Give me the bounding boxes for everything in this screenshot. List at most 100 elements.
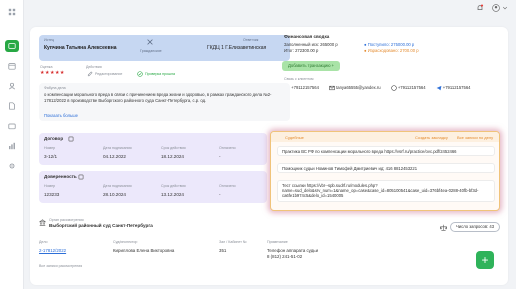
contacts-row: +79112157564 tanya65555@yandex.ru +79112… bbox=[284, 85, 471, 91]
court-judge: Кириллова Елена Викторовна bbox=[113, 248, 175, 253]
power-of-attorney-section: Доверенность Номер Дата подписания Срок … bbox=[39, 171, 267, 203]
users-icon bbox=[8, 82, 16, 90]
court-show-all[interactable]: Все записи рассмотрения bbox=[39, 264, 82, 268]
contract-col-valid: Срок действия bbox=[161, 146, 186, 150]
contract-signed: 04.12.2022 bbox=[103, 154, 126, 159]
menu-grid-icon[interactable] bbox=[8, 8, 16, 16]
court-building-icon bbox=[39, 219, 46, 226]
balance-scale-icon bbox=[440, 224, 447, 231]
contacts-title: Связь с клиентом bbox=[284, 77, 314, 81]
sidebar-item-clients[interactable] bbox=[5, 80, 19, 92]
description-text: о компенсации морального вреда в связи с… bbox=[44, 92, 272, 103]
court-col-note: Примечание bbox=[267, 240, 288, 244]
contact-phone-text: +79112157564 bbox=[291, 85, 319, 91]
all-records-link[interactable]: Все записи по делу bbox=[457, 135, 493, 140]
mail-icon bbox=[329, 85, 335, 91]
defendant-label: Ответчик bbox=[243, 38, 259, 42]
document-icon bbox=[9, 102, 15, 110]
calendar-icon bbox=[8, 63, 16, 70]
finance-total: Итог: 272300.00 р bbox=[284, 48, 319, 53]
rating-stars[interactable]: ★★★★★ bbox=[40, 70, 65, 76]
requests-count-button[interactable]: Число запросов: 43 bbox=[450, 222, 501, 232]
gear-icon bbox=[9, 163, 15, 169]
sidebar bbox=[0, 0, 24, 289]
power-col-valid: Срок действия bbox=[161, 184, 186, 188]
case-details-panel: Истец Купчина Татьяна Алексеевна Граждан… bbox=[30, 27, 508, 285]
court-room: 351 bbox=[219, 248, 227, 253]
finance-claimed: Заполненный иск: 265000 р bbox=[284, 42, 338, 47]
contract-col-paid: Оплачено bbox=[219, 146, 236, 150]
court-phone: 8 (812) 241-51-02 bbox=[267, 254, 303, 259]
power-valid: 13.12.2024 bbox=[161, 192, 184, 197]
contact-email[interactable]: tanya65555@yandex.ru bbox=[329, 85, 381, 91]
sidebar-item-documents[interactable] bbox=[5, 100, 19, 112]
contact-telegram[interactable]: +79112157564 bbox=[436, 85, 471, 91]
edit-icon[interactable] bbox=[68, 136, 74, 142]
case-description-card: Фабула дела о компенсации морального вре… bbox=[39, 83, 290, 121]
folder-icon bbox=[8, 43, 16, 49]
edit-icon[interactable] bbox=[78, 174, 84, 180]
contract-number: 3-12/1 bbox=[44, 154, 58, 159]
edit-icon[interactable] bbox=[87, 71, 93, 77]
bell-icon[interactable] bbox=[476, 4, 484, 12]
power-col-signed: Дата подписания bbox=[103, 184, 132, 188]
show-more-link[interactable]: Показать больше bbox=[44, 113, 78, 118]
scales-icon bbox=[147, 39, 153, 45]
bookmark-item[interactable]: Помощник судьи Номинов Тимофей Дмитриеви… bbox=[277, 163, 495, 173]
sidebar-item-cases[interactable] bbox=[5, 40, 19, 52]
rating-label: Оценка bbox=[40, 65, 53, 69]
telegram-icon bbox=[436, 85, 441, 91]
edit-link[interactable]: Редактирование bbox=[95, 72, 122, 76]
description-title: Фабула дела bbox=[44, 86, 66, 90]
check-circle-icon bbox=[137, 71, 143, 77]
contact-whatsapp-text: +79112157564 bbox=[397, 85, 426, 91]
bookmark-item[interactable]: Тест ссылки https://vbr--spb.sudrf.ru/mo… bbox=[277, 180, 495, 202]
plaintiff-name: Купчина Татьяна Алексеевна bbox=[44, 45, 117, 51]
bookmarks-filter[interactable]: Судебные bbox=[285, 135, 304, 140]
chevron-down-icon bbox=[502, 6, 508, 10]
defendant-name: ГКДЦ 1 Г.Елизаветинская bbox=[207, 45, 267, 51]
plaintiff-label: Истец bbox=[44, 38, 55, 42]
contact-whatsapp[interactable]: +79112157564 bbox=[390, 85, 426, 91]
contact-telegram-text: +79112157564 bbox=[442, 85, 471, 91]
power-number: 123233 bbox=[44, 192, 60, 197]
court-col-judge: Суд/инспектор bbox=[113, 240, 138, 244]
contact-email-text: tanya65555@yandex.ru bbox=[336, 85, 381, 91]
court-col-room: Зал / Кабинет № bbox=[219, 240, 247, 244]
court-col-case: Дело bbox=[39, 240, 48, 244]
finance-title: Финансовая сводка bbox=[284, 34, 330, 39]
court-case-link[interactable]: 2-17812/2022 bbox=[39, 248, 66, 253]
bookmarks-panel: Судебные Создать закладку Все записи по … bbox=[270, 131, 500, 211]
contract-section: Договор Номер Дата подписания Срок дейст… bbox=[39, 133, 267, 165]
finance-spent: ● Израсходовано: 2700.00 р bbox=[364, 48, 419, 53]
contract-valid: 18.12.2024 bbox=[161, 154, 184, 159]
sidebar-item-calendar[interactable] bbox=[5, 60, 19, 72]
power-signed: 28.10.2024 bbox=[103, 192, 126, 197]
power-title: Доверенность bbox=[44, 174, 77, 179]
power-paid: - bbox=[219, 192, 221, 197]
category-label: Гражданские bbox=[140, 49, 162, 53]
court-name: Выборгский районный суд Санкт-Петербурга bbox=[49, 223, 153, 228]
actions-label: Действия bbox=[86, 65, 102, 69]
court-note: Телефон аппарата судьи bbox=[267, 248, 319, 253]
contract-col-signed: Дата подписания bbox=[103, 146, 132, 150]
verified-status: Проверка прошла bbox=[145, 72, 176, 76]
create-bookmark-button[interactable]: Создать закладку bbox=[415, 135, 448, 140]
sidebar-item-reports[interactable] bbox=[5, 140, 19, 152]
add-fab-button[interactable]: + bbox=[476, 251, 494, 269]
sidebar-item-settings[interactable] bbox=[5, 160, 19, 172]
finance-received: ● Поступило: 275000.00 р bbox=[364, 42, 415, 47]
contract-title: Договор bbox=[44, 136, 64, 141]
bookmark-item[interactable]: Практика ВС РФ по компенсации морального… bbox=[277, 146, 495, 156]
top-toolbar bbox=[476, 4, 508, 12]
add-transaction-button[interactable]: Добавить транзакцию + bbox=[282, 61, 341, 71]
power-col-number: Номер bbox=[44, 184, 56, 188]
contract-col-number: Номер bbox=[44, 146, 56, 150]
chart-icon bbox=[9, 142, 15, 150]
power-col-paid: Оплачено bbox=[219, 184, 236, 188]
wallet-icon bbox=[8, 123, 16, 130]
user-menu[interactable] bbox=[492, 4, 508, 12]
sidebar-item-finance[interactable] bbox=[5, 120, 19, 132]
court-section: Орган рассмотрения Выборгский районный с… bbox=[39, 218, 499, 278]
court-label: Орган рассмотрения bbox=[49, 218, 84, 222]
